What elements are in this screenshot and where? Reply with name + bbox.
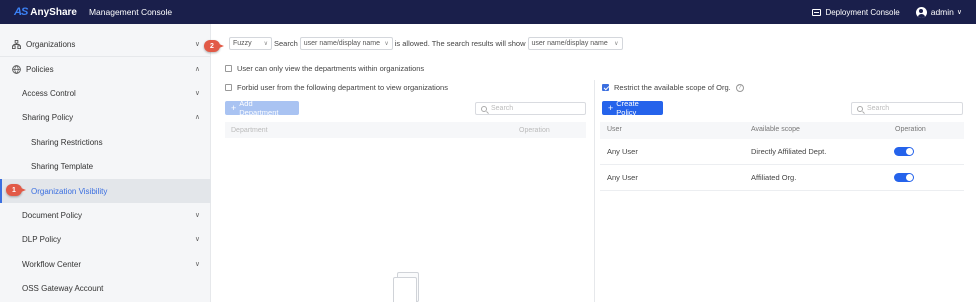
deployment-console-label: Deployment Console [825, 7, 900, 17]
enable-toggle[interactable] [894, 173, 914, 182]
sidebar-item-label: Sharing Template [31, 161, 94, 171]
policy-search-placeholder: Search [867, 105, 890, 112]
row-scope: Directly Affiliated Dept. [751, 147, 827, 156]
search-config-row: Fuzzy ∨ Search user name/display name ∨ … [229, 37, 623, 50]
chevron-down-icon: ∨ [263, 41, 268, 47]
add-department-button[interactable]: + Add Department [225, 99, 299, 117]
row-user: Any User [607, 173, 638, 182]
org-icon [12, 39, 21, 49]
chevron-up-icon: ∧ [194, 66, 200, 73]
sidebar-item-label: Organization Visibility [31, 186, 108, 196]
logo[interactable]: AS AnyShare [14, 6, 77, 18]
chevron-down-icon: ∨ [194, 212, 200, 219]
app-name: AnyShare [30, 6, 77, 18]
sidebar-item-dlp-policy[interactable]: DLP Policy ∨ [0, 227, 211, 251]
chevron-down-icon: ∨ [384, 41, 389, 47]
sidebar-item-sharing-restrictions[interactable]: Sharing Restrictions [0, 130, 211, 154]
chevron-down-icon: ∨ [194, 41, 200, 48]
row-scope: Affiliated Org. [751, 173, 797, 182]
sidebar-item-label: DLP Policy [22, 234, 61, 244]
sidebar-item-label: Sharing Policy [22, 112, 74, 122]
sidebar-item-label: Workflow Center [22, 259, 81, 269]
chevron-down-icon: ∨ [956, 9, 962, 16]
table-row: Any User Affiliated Org. [600, 165, 964, 191]
sidebar: Organizations ∨ Policies ∧ Access Contro… [0, 24, 211, 302]
restrict-scope-option[interactable]: Restrict the available scope of Org. ? [602, 83, 744, 92]
forbid-user-option[interactable]: Forbid user from the following departmen… [225, 83, 448, 92]
sidebar-item-label: Document Policy [22, 210, 83, 220]
plus-icon: + [231, 103, 237, 113]
logo-mark: AS [14, 6, 28, 18]
only-view-depts-label: User can only view the departments withi… [237, 64, 425, 73]
chevron-down-icon: ∨ [614, 41, 619, 47]
sidebar-item-access-control[interactable]: Access Control ∨ [0, 81, 211, 105]
sidebar-item-label: Organizations [26, 39, 76, 49]
console-title: Management Console [88, 7, 173, 17]
search-icon [857, 105, 863, 112]
sidebar-item-workflow-center[interactable]: Workflow Center ∨ [0, 252, 211, 276]
forbid-user-checkbox[interactable] [225, 84, 232, 91]
sidebar-item-label: Access Control [22, 88, 76, 98]
enable-toggle[interactable] [894, 147, 914, 156]
deployment-console-link[interactable]: Deployment Console [812, 7, 900, 17]
only-view-depts-option[interactable]: User can only view the departments withi… [225, 64, 424, 73]
search-field-value: user name/display name [303, 40, 381, 47]
user-menu[interactable]: admin ∨ [915, 6, 962, 18]
monitor-icon [812, 8, 822, 16]
sidebar-item-policies[interactable]: Policies ∧ [0, 57, 211, 81]
help-icon[interactable]: ? [735, 83, 744, 92]
col-operation: Operation [519, 126, 550, 134]
sidebar-item-label: Policies [26, 64, 54, 74]
restrict-scope-checkbox[interactable] [602, 84, 609, 91]
sidebar-item-sharing-template[interactable]: Sharing Template [0, 154, 211, 178]
restrict-scope-label: Restrict the available scope of Org. [614, 83, 731, 92]
step-marker-1: 1 [6, 184, 26, 196]
plus-icon: + [608, 103, 614, 113]
col-operation: Operation [895, 126, 926, 133]
col-department: Department [231, 126, 268, 134]
row-user: Any User [607, 147, 638, 156]
add-department-label: Add Department [239, 99, 279, 117]
table-row: Any User Directly Affiliated Dept. [600, 139, 964, 165]
department-table-header: Department Operation [225, 122, 586, 138]
department-search-placeholder: Search [491, 105, 514, 112]
panel-divider [594, 80, 595, 302]
only-view-depts-checkbox[interactable] [225, 65, 232, 72]
allowed-text: is allowed. The search results will show [394, 39, 526, 48]
search-mode-value: Fuzzy [233, 40, 252, 47]
sidebar-item-oss-gateway-account[interactable]: OSS Gateway Account [0, 276, 211, 300]
chevron-up-icon: ∧ [194, 114, 200, 121]
chevron-down-icon: ∨ [194, 261, 200, 268]
chevron-down-icon: ∨ [194, 236, 200, 243]
result-field-value: user name/display name [531, 40, 608, 47]
search-icon [481, 105, 487, 112]
sidebar-item-label: OSS Gateway Account [22, 283, 104, 293]
sidebar-item-label: Sharing Restrictions [31, 137, 103, 147]
create-policy-label: Create Policy [616, 99, 639, 117]
sidebar-item-organizations[interactable]: Organizations ∨ [0, 32, 211, 56]
search-label: Search [274, 39, 298, 48]
policy-table-header: User Available scope Operation [600, 122, 964, 139]
col-user: User [607, 126, 622, 133]
create-policy-button[interactable]: + Create Policy [602, 99, 663, 117]
chevron-down-icon: ∨ [194, 90, 200, 97]
empty-state-icon [393, 272, 419, 302]
step-marker-2: 2 [204, 40, 224, 52]
top-bar: AS AnyShare Management Console Deploymen… [0, 0, 976, 24]
globe-icon [12, 64, 21, 74]
forbid-user-label: Forbid user from the following departmen… [237, 83, 448, 92]
result-field-select[interactable]: user name/display name ∨ [527, 37, 623, 50]
sidebar-item-document-policy[interactable]: Document Policy ∨ [0, 203, 211, 227]
search-mode-select[interactable]: Fuzzy ∨ [229, 37, 272, 50]
sidebar-item-organization-visibility[interactable]: Organization Visibility [0, 179, 211, 203]
department-search-input[interactable]: Search [475, 102, 586, 115]
avatar-icon [915, 6, 927, 18]
search-field-select[interactable]: user name/display name ∨ [299, 37, 393, 50]
sidebar-item-sharing-policy[interactable]: Sharing Policy ∧ [0, 105, 211, 129]
user-name: admin [930, 7, 954, 17]
policy-search-input[interactable]: Search [851, 102, 963, 115]
col-scope: Available scope [751, 126, 800, 133]
